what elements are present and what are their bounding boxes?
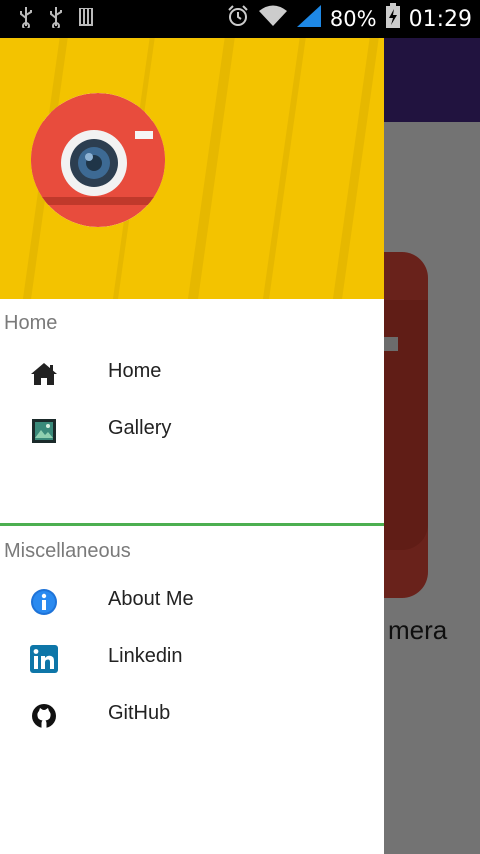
section-title-miscellaneous: Miscellaneous [4,540,131,562]
signal-icon [296,4,322,34]
gallery-icon [30,417,58,445]
nav-item-home[interactable]: Home [0,346,384,402]
sd-card-icon [78,7,94,32]
nav-item-label: Gallery [108,417,172,439]
nav-item-label: GitHub [108,702,171,724]
home-icon [30,360,58,388]
navigation-drawer: Home Home Gallery Miscellaneous About Me… [0,38,384,854]
linkedin-icon [30,645,58,673]
nav-item-label: Home [108,360,162,382]
battery-percent: 80% [329,7,377,31]
battery-charging-icon [385,3,401,35]
avatar[interactable] [31,93,165,227]
usb-icon [48,6,64,33]
status-bar: 80% 01:29 [0,0,480,38]
nav-item-gallery[interactable]: Gallery [0,403,384,459]
wifi-icon [258,4,288,34]
section-divider [0,523,384,526]
alarm-icon [226,4,250,34]
nav-item-label: Linkedin [108,645,183,667]
section-title-home: Home [4,312,58,334]
drawer-header [0,38,384,299]
nav-item-label: About Me [108,588,194,610]
camera-logo-icon [31,93,165,227]
github-icon [30,702,58,730]
clock: 01:29 [408,6,472,32]
usb-icon [18,6,34,33]
nav-item-github[interactable]: GitHub [0,688,384,744]
info-icon [30,588,58,616]
nav-item-about-me[interactable]: About Me [0,574,384,630]
nav-item-linkedin[interactable]: Linkedin [0,631,384,687]
